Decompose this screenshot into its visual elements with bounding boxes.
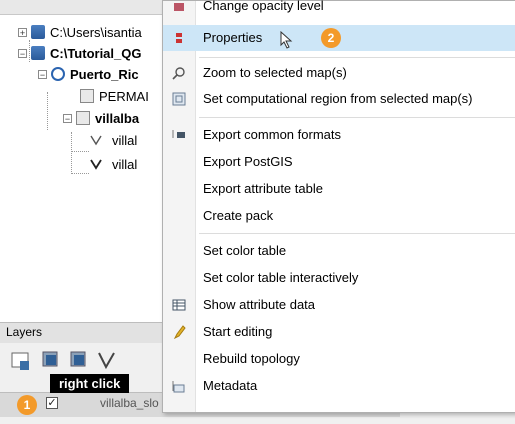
context-menu: Change opacity level Properties 2 Zoom t… [162,0,515,413]
tree-item-vector-2[interactable]: villal [90,154,137,174]
menu-item-label: Zoom to selected map(s) [203,65,347,80]
database-icon [31,46,45,60]
tree-connector [71,173,89,174]
expand-toggle-icon[interactable]: + [18,27,27,37]
metadata-icon [172,379,186,393]
collapse-toggle-icon[interactable]: − [18,48,27,58]
add-raster-icon[interactable] [10,349,32,371]
add-group-icon[interactable] [68,349,90,371]
menu-item-label: Export attribute table [203,181,323,196]
menu-item-set-color-table-interactively[interactable]: Set color table interactively [163,266,515,290]
export-icon [172,128,186,142]
pencil-icon [172,325,186,339]
layer-name: villalba_slo [100,396,159,410]
menu-item-label: Rebuild topology [203,351,300,366]
step-badge-1: 1 [17,395,37,415]
collapse-toggle-icon[interactable]: − [38,69,47,79]
menu-item-set-color-table[interactable]: Set color table [163,239,515,263]
menu-separator [199,57,515,58]
globe-icon [51,67,65,81]
layer-visibility-checkbox[interactable]: ✓ [46,397,58,409]
menu-item-rebuild-topology[interactable]: Rebuild topology [163,347,515,371]
tree-item-mapset-permanent[interactable]: PERMAI [80,86,149,106]
mapset-icon [76,111,90,125]
menu-item-create-pack[interactable]: Create pack [163,204,515,228]
menu-item-zoom-selected[interactable]: Zoom to selected map(s) [163,61,515,85]
menu-item-label: Set color table interactively [203,270,359,285]
tree-item-tutorial-db[interactable]: − C:\Tutorial_QG [18,43,141,63]
menu-item-metadata[interactable]: Metadata [163,374,515,398]
add-layers-icon[interactable] [40,349,62,371]
layers-toolbar [0,343,162,378]
tree-connector [71,132,72,174]
opacity-icon [172,0,186,13]
tree-item-label: C:\Tutorial_QG [50,45,142,61]
zoom-icon [172,66,186,80]
menu-item-label: Export PostGIS [203,154,293,169]
menu-item-set-region[interactable]: Set computational region from selected m… [163,87,515,111]
menu-item-label: Create pack [203,208,274,223]
tree-item-label: C:\Users\isantia [50,24,142,40]
tree-item-vector-1[interactable]: villal [90,130,137,150]
menu-item-export-attribute-table[interactable]: Export attribute table [163,177,515,201]
vector-map-icon [90,159,102,170]
menu-item-export-common[interactable]: Export common formats [163,123,515,147]
add-vector-icon[interactable] [96,349,118,371]
menu-item-label: Properties [203,30,263,45]
menu-separator [199,233,515,234]
menu-item-label: Set color table [203,243,287,258]
properties-icon [172,31,186,45]
menu-separator [199,117,515,118]
menu-item-label: Metadata [203,378,258,393]
tree-item-label: villal [112,156,138,172]
tree-item-location[interactable]: − Puerto_Ric [38,64,139,84]
right-click-callout: right click [50,374,130,393]
tree-item-label: PERMAI [99,88,149,104]
tree-connector [71,151,89,152]
tree-item-users-db[interactable]: + C:\Users\isantia [18,22,142,42]
menu-item-start-editing[interactable]: Start editing [163,320,515,344]
tree-item-label: villal [112,132,138,148]
menu-item-export-postgis[interactable]: Export PostGIS [163,150,515,174]
mouse-cursor-icon [280,31,293,49]
menu-item-change-opacity[interactable]: Change opacity level [163,0,515,18]
layers-panel-header: Layers [0,322,162,344]
menu-item-label: Set computational region from selected m… [203,91,473,106]
region-icon [172,92,186,106]
tree-item-label: villalba [95,110,140,126]
menu-item-label: Start editing [203,324,273,339]
menu-item-label: Export common formats [203,127,341,142]
database-icon [31,25,45,39]
collapse-toggle-icon[interactable]: − [63,113,72,123]
menu-item-label: Change opacity level [203,0,324,13]
tree-connector [47,92,48,130]
tree-item-label: Puerto_Ric [70,66,139,82]
layers-panel-title: Layers [6,325,43,339]
tree-item-mapset-villalba[interactable]: − villalba [63,108,139,128]
mapset-icon [80,89,94,103]
menu-item-show-attribute-data[interactable]: Show attribute data [163,293,515,317]
table-icon [172,298,186,312]
vector-map-icon [90,135,102,146]
menu-item-label: Show attribute data [203,297,316,312]
step-badge-2: 2 [321,28,341,48]
